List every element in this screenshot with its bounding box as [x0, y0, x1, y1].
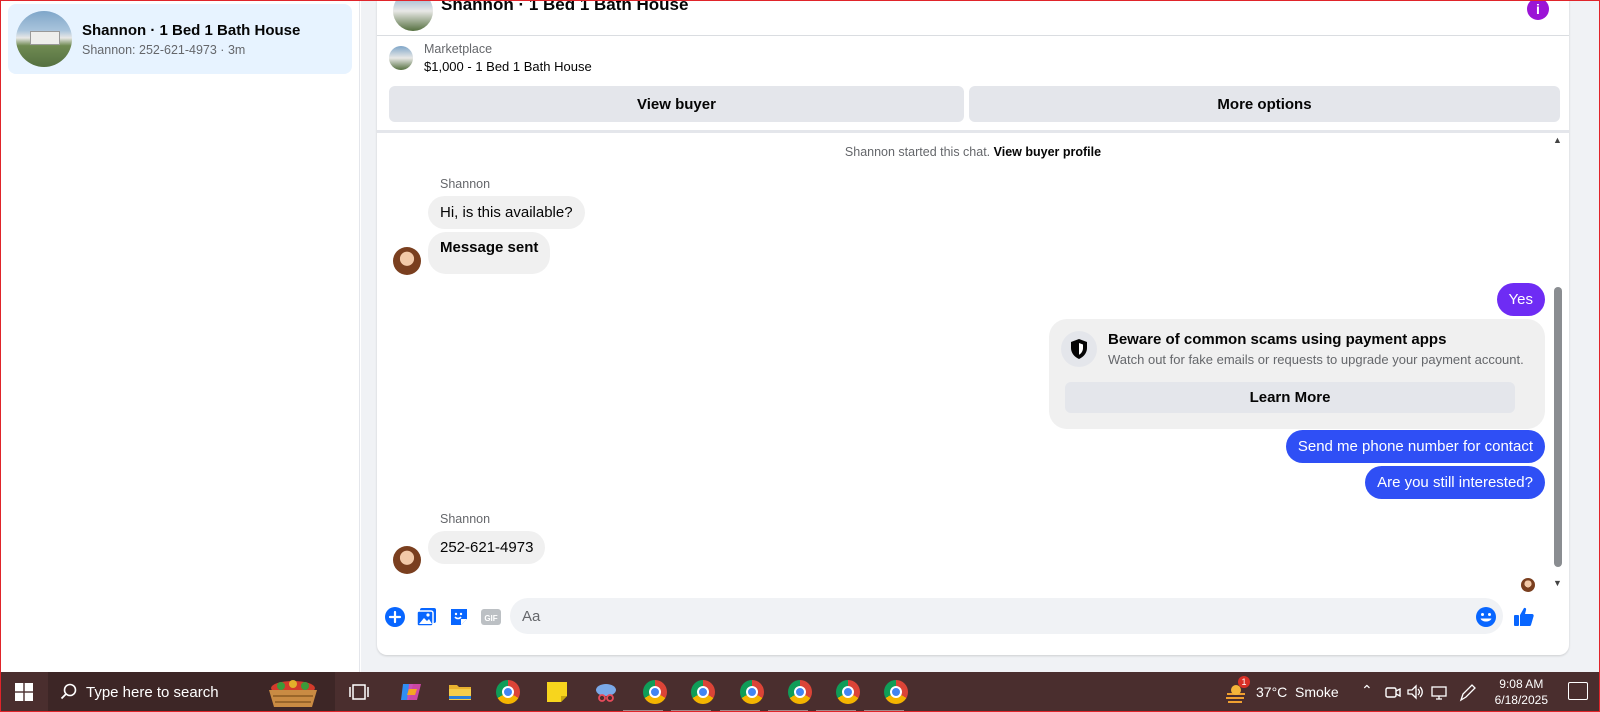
clock-time: 9:08 AM [1499, 677, 1544, 691]
meet-now-icon[interactable] [1385, 680, 1401, 704]
chrome-profile-icon[interactable] [884, 680, 908, 704]
conversation-text: Shannon · 1 Bed 1 Bath House Shannon: 25… [82, 22, 300, 57]
chat-started-text: Shannon started this chat. [844, 145, 991, 159]
conversation-item[interactable]: Shannon · 1 Bed 1 Bath House Shannon: 25… [8, 4, 352, 74]
sticker-icon[interactable] [448, 606, 470, 628]
volume-icon[interactable] [1406, 680, 1424, 704]
listing-price-title: $1,000 - 1 Bed 1 Bath House [424, 59, 592, 74]
chevron-up-icon[interactable]: ⌃ [1361, 682, 1373, 699]
weather-badge: 1 [1238, 676, 1250, 688]
pen-icon[interactable] [1458, 680, 1476, 704]
sender-name: Shannon [440, 177, 491, 191]
chrome-profile-icon[interactable] [691, 680, 715, 704]
file-explorer-icon[interactable] [448, 680, 472, 704]
chrome-icon[interactable] [496, 680, 520, 704]
shield-icon [1061, 331, 1097, 367]
message-bubble-outgoing[interactable]: Are you still interested? [1365, 466, 1545, 499]
conversation-list: Shannon · 1 Bed 1 Bath House Shannon: 25… [0, 0, 360, 672]
copilot-icon[interactable] [399, 680, 423, 704]
message-composer: GIF [377, 598, 1569, 638]
sender-name: Shannon [440, 512, 491, 526]
chat-card: Shannon · 1 Bed 1 Bath House i Marketpla… [377, 0, 1569, 655]
basket-icon [269, 680, 317, 707]
sticky-notes-icon[interactable] [545, 680, 569, 704]
listing-category: Marketplace [424, 42, 493, 56]
conversation-title: Shannon · 1 Bed 1 Bath House [82, 21, 301, 39]
view-buyer-button[interactable]: View buyer [389, 86, 964, 122]
thumbs-up-icon[interactable] [1513, 606, 1535, 628]
listing-text: Marketplace $1,000 - 1 Bed 1 Bath House [424, 42, 592, 74]
chrome-profile-icon[interactable] [643, 680, 667, 704]
listing-summary[interactable]: Marketplace $1,000 - 1 Bed 1 Bath House [389, 42, 592, 74]
avatar[interactable] [393, 247, 421, 275]
task-view-icon[interactable] [348, 680, 372, 704]
taskbar-search-box[interactable]: Type here to search [48, 672, 335, 712]
learn-more-button[interactable]: Learn More [1065, 382, 1515, 413]
chrome-profile-icon[interactable] [788, 680, 812, 704]
weather-text[interactable]: 37°C Smoke [1256, 684, 1339, 700]
notification-icon[interactable] [1568, 682, 1588, 700]
read-receipt-avatar [1521, 578, 1535, 592]
scroll-down-arrow-icon[interactable]: ▼ [1553, 578, 1562, 588]
message-bubble-outgoing[interactable]: Send me phone number for contact [1285, 430, 1545, 463]
svg-text:GIF: GIF [484, 614, 497, 623]
system-clock[interactable]: 9:08 AM 6/18/2025 [1495, 676, 1548, 708]
snipping-tool-icon[interactable] [594, 680, 618, 704]
more-options-button[interactable]: More options [969, 86, 1560, 122]
chrome-profile-icon[interactable] [836, 680, 860, 704]
main-panel: Shannon · 1 Bed 1 Bath House i Marketpla… [361, 0, 1600, 672]
windows-taskbar: Type here to search 1 37°C Smoke ⌃ 9:08 … [0, 672, 1600, 712]
scam-warning-title: Beware of common scams using payment app… [1108, 331, 1447, 348]
message-thread: Shannon started this chat. View buyer pr… [377, 133, 1569, 598]
clock-date: 6/18/2025 [1494, 693, 1548, 707]
scam-warning-text: Watch out for fake emails or requests to… [1108, 352, 1524, 367]
listing-thumbnail [389, 46, 413, 70]
action-buttons: View buyer More options [389, 86, 1560, 122]
search-icon [60, 683, 77, 700]
view-buyer-profile-link[interactable]: View buyer profile [994, 145, 1101, 159]
scrollbar-thumb[interactable] [1554, 287, 1562, 567]
photo-icon[interactable] [416, 606, 438, 628]
message-bubble-outgoing[interactable]: Yes [1496, 283, 1545, 316]
emoji-icon[interactable] [1475, 606, 1497, 628]
chat-header: Shannon · 1 Bed 1 Bath House i [377, 0, 1569, 36]
chrome-profile-icon[interactable] [740, 680, 764, 704]
chat-started-notice: Shannon started this chat. View buyer pr… [377, 145, 1569, 159]
scam-warning-card: Beware of common scams using payment app… [1049, 319, 1545, 429]
scroll-up-arrow-icon[interactable]: ▲ [1553, 135, 1562, 145]
message-bubble-incoming[interactable]: 252-621-4973 [428, 531, 546, 564]
network-icon[interactable] [1430, 680, 1448, 704]
info-icon[interactable]: i [1527, 0, 1549, 20]
conversation-subtitle: Shannon: 252-621-4973 · 3m [82, 42, 246, 57]
avatar[interactable] [393, 546, 421, 574]
message-input[interactable] [510, 598, 1503, 634]
message-bubble-incoming[interactable]: Message sent [428, 232, 551, 274]
gif-icon[interactable]: GIF [480, 606, 502, 628]
listing-thumbnail [16, 11, 72, 67]
plus-icon[interactable] [384, 606, 406, 628]
windows-start-icon[interactable] [0, 672, 48, 712]
header-thumbnail[interactable] [393, 0, 433, 31]
message-bubble-incoming[interactable]: Hi, is this available? [428, 196, 585, 229]
chat-title[interactable]: Shannon · 1 Bed 1 Bath House [441, 0, 688, 15]
chat-scrollbar[interactable]: ▲ ▼ [1553, 133, 1563, 588]
taskbar-search-placeholder: Type here to search [86, 683, 219, 701]
